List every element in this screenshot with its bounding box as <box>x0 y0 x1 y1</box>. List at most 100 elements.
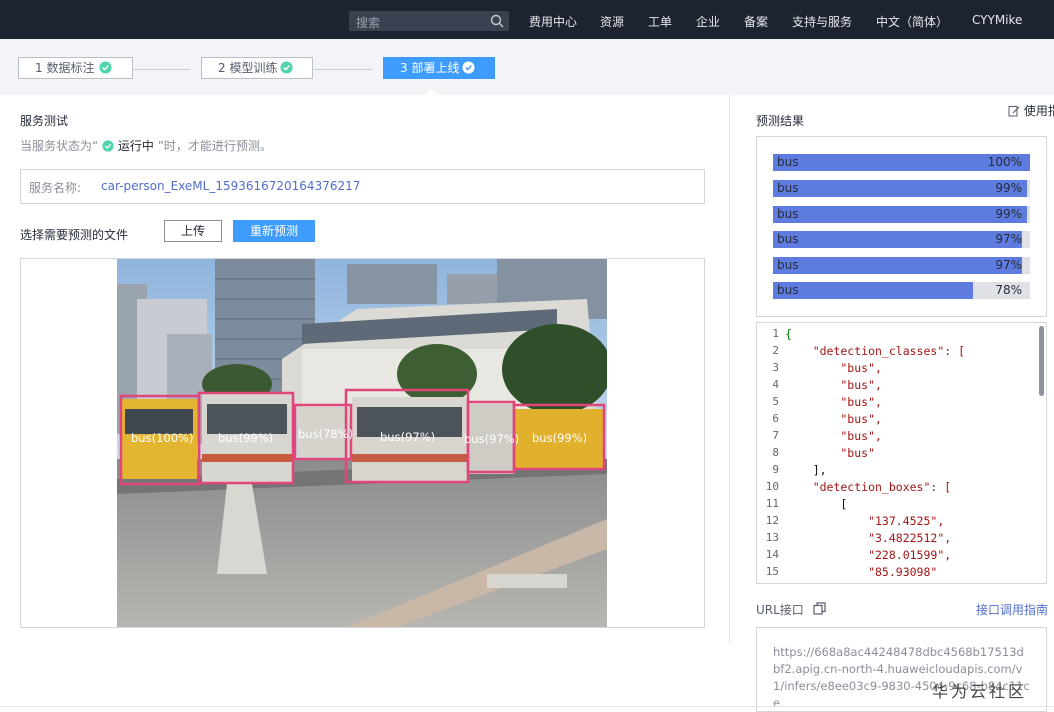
json-result-viewer[interactable]: 1 2 3 4 5 6 7 8 9 10 11 12 13 14 15 { "detection_class… <box>756 322 1047 584</box>
search-input[interactable]: 搜索 <box>349 11 509 31</box>
hint-suffix: ”时，才能进行预测。 <box>157 139 272 153</box>
step-deploy-online[interactable]: 3 部署上线 <box>383 57 495 79</box>
json-line: "bus", <box>785 429 882 443</box>
json-viewer-scrollbar[interactable] <box>1039 326 1044 396</box>
nav-resources[interactable]: 资源 <box>600 13 624 30</box>
line-number: 10 <box>765 480 779 493</box>
prediction-result-title: 预测结果 <box>756 114 805 128</box>
prediction-bar: bus 99% <box>773 180 1030 197</box>
json-line: "137.4525", <box>785 514 945 528</box>
prediction-class-name: bus <box>777 232 799 246</box>
prediction-class-name: bus <box>777 155 799 169</box>
json-line: "bus", <box>785 361 882 375</box>
top-navigation-bar: 搜索 费用中心 资源 工单 企业 备案 支持与服务 中文（简体） CYYMike <box>0 0 1054 39</box>
active-step-pointer <box>424 89 438 95</box>
prediction-bar-fill <box>773 206 1028 223</box>
nav-icp-filing[interactable]: 备案 <box>744 13 768 30</box>
line-number-gutter: 1 2 3 4 5 6 7 8 9 10 11 12 13 14 15 <box>757 323 781 583</box>
service-test-title: 服务测试 <box>20 114 69 128</box>
prediction-class-name: bus <box>777 258 799 272</box>
line-number: 9 <box>772 463 779 476</box>
nav-billing-center[interactable]: 费用中心 <box>529 13 577 30</box>
prediction-confidence: 97% <box>995 232 1022 246</box>
json-line: [ <box>785 497 848 511</box>
json-line: "detection_boxes": [ <box>785 480 952 494</box>
prediction-bar: bus 100% <box>773 154 1030 171</box>
prediction-bar: bus 78% <box>773 282 1030 299</box>
step-label: 2 模型训练 <box>218 61 278 75</box>
line-number: 11 <box>765 497 779 510</box>
choose-file-label: 选择需要预测的文件 <box>20 228 129 242</box>
status-hint: 当服务状态为“ 运行中 ”时，才能进行预测。 <box>20 137 272 154</box>
url-interface-label: URL接口 <box>756 603 804 617</box>
nav-user-account[interactable]: CYYMike <box>972 13 1022 27</box>
service-name-label: 服务名称: <box>29 181 82 195</box>
line-number: 5 <box>772 395 779 408</box>
api-call-guide-link[interactable]: 接口调用指南 <box>976 601 1048 618</box>
prediction-confidence: 97% <box>995 258 1022 272</box>
hint-prefix: 当服务状态为“ <box>20 139 99 153</box>
service-name-value: car-person_ExeML_1593616720164376217 <box>101 179 361 193</box>
prediction-confidence: 99% <box>995 181 1022 195</box>
line-number: 3 <box>772 361 779 374</box>
check-circle-icon <box>99 61 112 74</box>
step-model-training[interactable]: 2 模型训练 <box>201 57 313 79</box>
json-line: "detection_classes": [ <box>785 344 966 358</box>
prediction-confidence: 78% <box>995 283 1022 297</box>
prediction-bar: bus 97% <box>773 231 1030 248</box>
prediction-bar-fill <box>773 257 1023 274</box>
line-number: 15 <box>765 565 779 578</box>
panel-divider <box>729 95 730 643</box>
line-number: 6 <box>772 412 779 425</box>
check-circle-icon <box>280 61 293 74</box>
search-placeholder: 搜索 <box>356 16 381 30</box>
prediction-class-name: bus <box>777 207 799 221</box>
line-number: 14 <box>765 548 779 561</box>
step-data-labeling[interactable]: 1 数据标注 <box>18 57 133 79</box>
check-circle-icon <box>462 61 475 74</box>
edit-doc-icon <box>1008 106 1020 117</box>
detection-label: bus(78%) <box>298 427 354 441</box>
json-line: "bus", <box>785 378 882 392</box>
line-number: 1 <box>772 327 779 340</box>
nav-enterprise[interactable]: 企业 <box>696 13 720 30</box>
line-number: 2 <box>772 344 779 357</box>
prediction-bar: bus 97% <box>773 257 1030 274</box>
line-number: 7 <box>772 429 779 442</box>
prediction-class-name: bus <box>777 181 799 195</box>
prediction-bar: bus 99% <box>773 206 1030 223</box>
json-line: "bus" <box>785 446 876 460</box>
workflow-steps: 1 数据标注 2 模型训练 3 部署上线 使用指 <box>0 39 1054 118</box>
detection-label: bus(97%) <box>380 430 436 444</box>
check-circle-icon <box>102 140 114 152</box>
json-line: "bus", <box>785 395 882 409</box>
line-number: 12 <box>765 514 779 527</box>
detection-label: bus(99%) <box>532 431 588 445</box>
prediction-confidence: 100% <box>987 155 1022 169</box>
usage-guide-label: 使用指 <box>1023 104 1054 118</box>
nav-tickets[interactable]: 工单 <box>648 13 672 30</box>
nav-language[interactable]: 中文（简体） <box>876 13 948 30</box>
detection-label: bus(99%) <box>218 431 274 445</box>
line-number: 8 <box>772 446 779 459</box>
upload-button[interactable]: 上传 <box>164 220 222 242</box>
prediction-result-list: bus 100% bus 99% bus 99% bus 97% bus 97% bus 78% <box>756 136 1047 317</box>
prediction-bar-fill <box>773 282 974 299</box>
step-label: 1 数据标注 <box>35 61 95 75</box>
json-line: "3.4822512", <box>785 531 952 545</box>
copy-icon[interactable] <box>813 602 826 615</box>
json-line: "bus", <box>785 412 882 426</box>
detection-label: bus(100%) <box>131 431 194 445</box>
search-icon[interactable] <box>489 13 505 29</box>
step-connector <box>314 69 372 70</box>
usage-guide-link[interactable]: 使用指 <box>1008 102 1054 119</box>
nav-support-services[interactable]: 支持与服务 <box>792 13 852 30</box>
service-name-field: 服务名称: car-person_ExeML_15936167201643762… <box>20 169 705 204</box>
watermark: 华为云社区 <box>932 682 1028 701</box>
line-number: 13 <box>765 531 779 544</box>
prediction-confidence: 99% <box>995 207 1022 221</box>
json-line: "85.93098" <box>785 565 938 579</box>
detection-label: bus(97%) <box>464 432 520 446</box>
prediction-image-preview: bus(100%) bus(99%) bus(78%) bus(97%) bus… <box>20 258 705 628</box>
repredict-button[interactable]: 重新预测 <box>233 220 315 242</box>
